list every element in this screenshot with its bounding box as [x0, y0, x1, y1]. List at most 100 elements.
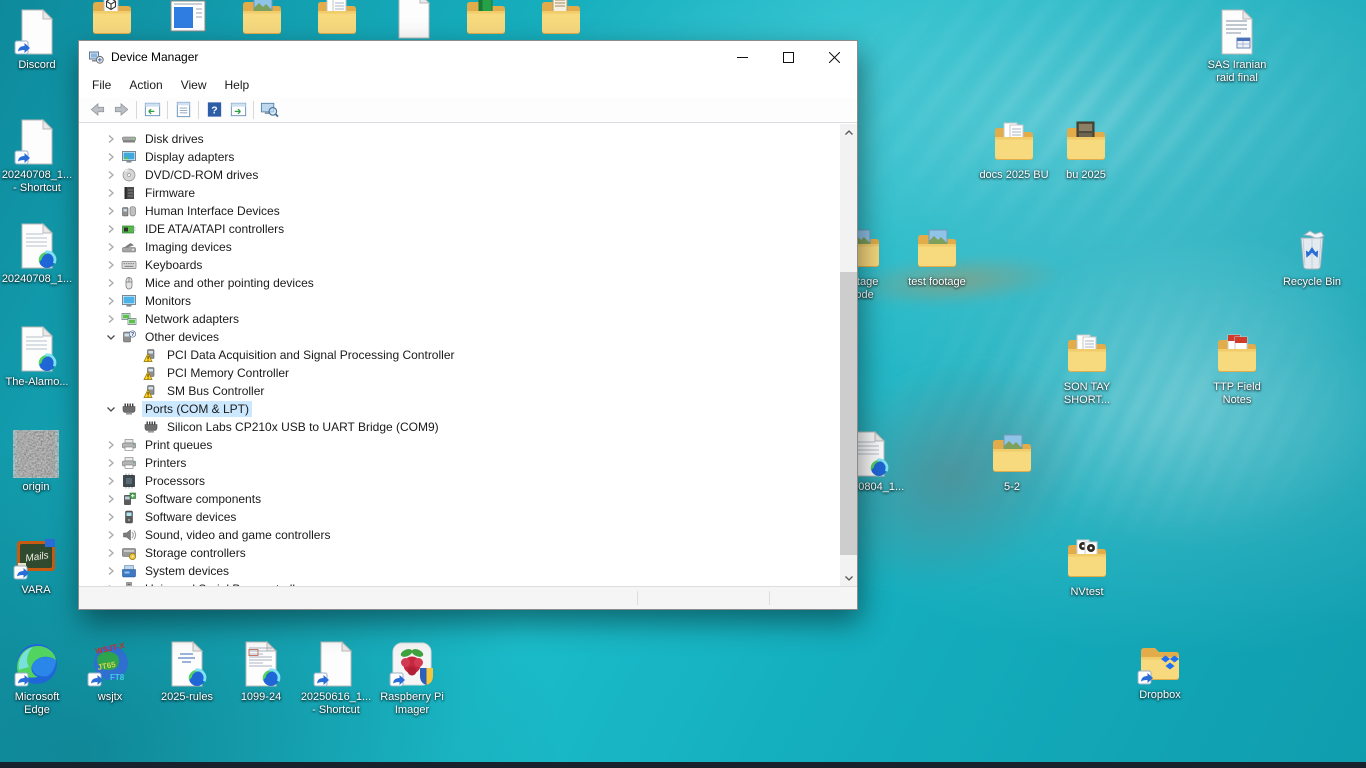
chevron-right-icon[interactable]	[103, 275, 119, 291]
desktop-icon-origin[interactable]: origin	[0, 430, 79, 494]
desktop-icon-20240708-shortcut[interactable]: 20240708_1... - Shortcut	[0, 118, 80, 195]
chevron-right-icon[interactable]	[103, 437, 119, 453]
taskbar-edge[interactable]	[0, 762, 1366, 768]
tree-item-software-devices[interactable]: Software devices	[79, 508, 840, 526]
tree-item-label: Other devices	[142, 329, 222, 345]
menu-file[interactable]: File	[83, 75, 120, 95]
desktop-icon-son-tay-short[interactable]: SON TAY SHORT...	[1044, 330, 1130, 407]
tree-item-display-adapters[interactable]: Display adapters	[79, 148, 840, 166]
tree-item-mice-and-other-pointing-devices[interactable]: Mice and other pointing devices	[79, 274, 840, 292]
chevron-right-icon[interactable]	[103, 311, 119, 327]
desktop-icon-recycle-bin[interactable]: Recycle Bin	[1269, 225, 1355, 289]
chevron-right-icon[interactable]	[103, 563, 119, 579]
tree-item-software-components[interactable]: Software components	[79, 490, 840, 508]
desktop-icon-bu-2025[interactable]: bu 2025	[1043, 118, 1129, 182]
desktop-icon-top-1[interactable]	[88, 0, 136, 40]
desktop-icon-top-4[interactable]	[313, 0, 361, 40]
desktop-icon-1099-24[interactable]: 1099-24	[218, 640, 304, 704]
desktop-icon-vara[interactable]: MailsVARA	[0, 533, 79, 597]
maximize-button[interactable]	[765, 41, 811, 73]
chevron-right-icon[interactable]	[103, 455, 119, 471]
menu-bar: FileActionViewHelp	[79, 73, 857, 97]
chevron-right-icon[interactable]	[103, 149, 119, 165]
desktop-icon-dropbox[interactable]: Dropbox	[1117, 638, 1203, 702]
properties-icon[interactable]	[171, 99, 195, 121]
tree-item-ide-ata-atapi-controllers[interactable]: IDE ATA/ATAPI controllers	[79, 220, 840, 238]
tree-item-disk-drives[interactable]: Disk drives	[79, 130, 840, 148]
menu-action[interactable]: Action	[120, 75, 171, 95]
desktop-icon-sas-iranian-raid-final[interactable]: SAS Iranian raid final	[1194, 8, 1280, 85]
chevron-right-icon[interactable]	[103, 185, 119, 201]
folder-docs-icon	[990, 118, 1038, 166]
chevron-down-icon[interactable]	[103, 401, 119, 417]
desktop-icon-the-alamo[interactable]: The-Alamo...	[0, 325, 80, 389]
tree-item-monitors[interactable]: Monitors	[79, 292, 840, 310]
tree-item-label: PCI Memory Controller	[164, 365, 292, 381]
chevron-right-icon[interactable]	[103, 131, 119, 147]
desktop-icon-5-2[interactable]: 5-2	[969, 430, 1055, 494]
chevron-right-icon[interactable]	[103, 239, 119, 255]
desktop-icon-20240708[interactable]: 20240708_1...	[0, 222, 80, 286]
desktop-icon-test-footage[interactable]: test footage	[894, 225, 980, 289]
tree-item-system-devices[interactable]: System devices	[79, 562, 840, 580]
chevron-right-icon[interactable]	[103, 293, 119, 309]
chevron-down-icon[interactable]	[103, 329, 119, 345]
dropbox-icon	[1136, 638, 1184, 686]
chevron-right-icon[interactable]	[103, 491, 119, 507]
tree-item-firmware[interactable]: Firmware	[79, 184, 840, 202]
tree-item-ports-com-lpt[interactable]: Ports (COM & LPT)	[79, 400, 840, 418]
desktop-icon-wsjtx[interactable]: WSJT-XJT65FT8wsjtx	[67, 640, 153, 704]
scan-hardware-icon[interactable]	[257, 99, 281, 121]
close-button[interactable]	[811, 41, 857, 73]
desktop-icon-top-3[interactable]	[238, 0, 286, 40]
chevron-right-icon[interactable]	[103, 203, 119, 219]
desktop-icon-label: Discord	[0, 59, 80, 72]
tree-item-pci-data-acquisition-and-signal-processing-controller[interactable]: PCI Data Acquisition and Signal Processi…	[79, 346, 840, 364]
desktop-icon-20250616-shortcut[interactable]: 20250616_1... - Shortcut	[293, 640, 379, 717]
doc-shortcut-icon	[13, 118, 61, 166]
desktop-icon-label: origin	[0, 481, 79, 494]
chevron-right-icon[interactable]	[103, 545, 119, 561]
desktop-icon-top-5[interactable]	[390, 0, 438, 40]
vertical-scrollbar[interactable]	[840, 124, 857, 586]
scroll-up-icon[interactable]	[840, 124, 857, 141]
back-arrow-icon[interactable]	[85, 99, 109, 121]
desktop-icon-top-7[interactable]	[537, 0, 585, 40]
chevron-right-icon[interactable]	[103, 527, 119, 543]
tree-item-dvd-cd-rom-drives[interactable]: DVD/CD-ROM drives	[79, 166, 840, 184]
tree-item-human-interface-devices[interactable]: Human Interface Devices	[79, 202, 840, 220]
desktop-icon-nvtest[interactable]: NVtest	[1044, 535, 1130, 599]
chevron-right-icon[interactable]	[103, 473, 119, 489]
desktop-icon-ttp-field-notes[interactable]: TTP Field Notes	[1194, 330, 1280, 407]
show-console-tree-icon[interactable]	[140, 99, 164, 121]
tree-item-sm-bus-controller[interactable]: SM Bus Controller	[79, 382, 840, 400]
chevron-right-icon[interactable]	[103, 221, 119, 237]
scrollbar-thumb[interactable]	[840, 272, 857, 555]
tree-item-imaging-devices[interactable]: Imaging devices	[79, 238, 840, 256]
tree-item-printers[interactable]: Printers	[79, 454, 840, 472]
tree-item-other-devices[interactable]: ?Other devices	[79, 328, 840, 346]
tree-item-processors[interactable]: Processors	[79, 472, 840, 490]
tree-item-silicon-labs-cp210x-usb-to-uart-bridge-com9[interactable]: Silicon Labs CP210x USB to UART Bridge (…	[79, 418, 840, 436]
help-icon[interactable]: ?	[202, 99, 226, 121]
scroll-down-icon[interactable]	[840, 569, 857, 586]
chevron-right-icon[interactable]	[103, 167, 119, 183]
tree-item-keyboards[interactable]: Keyboards	[79, 256, 840, 274]
forward-arrow-icon[interactable]	[109, 99, 133, 121]
menu-help[interactable]: Help	[216, 75, 259, 95]
chevron-right-icon[interactable]	[103, 257, 119, 273]
desktop-icon-top-6[interactable]	[462, 0, 510, 40]
desktop-icon-top-2[interactable]	[164, 0, 212, 40]
tree-item-print-queues[interactable]: Print queues	[79, 436, 840, 454]
minimize-button[interactable]	[719, 41, 765, 73]
hid-icon	[121, 203, 137, 219]
tree-item-pci-memory-controller[interactable]: PCI Memory Controller	[79, 364, 840, 382]
desktop-icon-discord[interactable]: Discord	[0, 8, 80, 72]
chevron-right-icon[interactable]	[103, 509, 119, 525]
menu-view[interactable]: View	[172, 75, 216, 95]
tree-item-storage-controllers[interactable]: Storage controllers	[79, 544, 840, 562]
tree-item-network-adapters[interactable]: Network adapters	[79, 310, 840, 328]
tree-item-sound-video-and-game-controllers[interactable]: Sound, video and game controllers	[79, 526, 840, 544]
desktop-icon-raspberry-pi-imager[interactable]: Raspberry Pi Imager	[369, 640, 455, 717]
export-list-icon[interactable]	[226, 99, 250, 121]
